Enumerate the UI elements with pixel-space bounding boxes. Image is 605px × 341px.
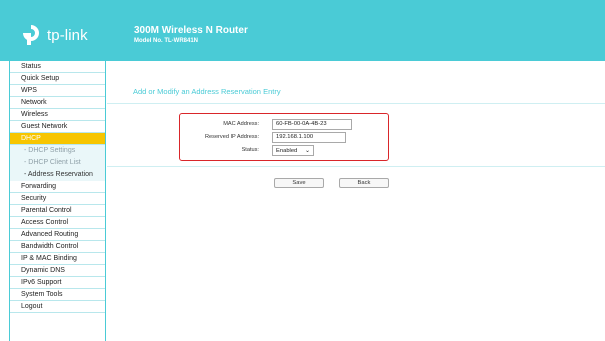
sidebar-item-security[interactable]: Security xyxy=(10,193,105,205)
status-label: Status: xyxy=(241,147,259,153)
save-button[interactable]: Save xyxy=(274,178,324,188)
logo-text: tp-link xyxy=(47,26,88,44)
sidebar-item-status[interactable]: Status xyxy=(10,61,105,73)
status-select-value: Enabled xyxy=(276,147,298,154)
sidebar-menu: Status Quick Setup WPS Network Wireless … xyxy=(9,61,106,341)
reserved-ip-label: Reserved IP Address: xyxy=(205,134,259,140)
sidebar-item-quick-setup[interactable]: Quick Setup xyxy=(10,73,105,85)
product-title: 300M Wireless N Router xyxy=(134,25,248,36)
reserved-ip-input[interactable]: 192.168.1.100 xyxy=(272,132,346,143)
divider-top xyxy=(107,103,605,104)
sidebar-item-system-tools[interactable]: System Tools xyxy=(10,289,105,301)
header-bar: tp-link 300M Wireless N Router Model No.… xyxy=(0,0,605,61)
page-title: Add or Modify an Address Reservation Ent… xyxy=(133,87,281,96)
sidebar-item-ip-mac-binding[interactable]: IP & MAC Binding xyxy=(10,253,105,265)
sidebar-item-forwarding[interactable]: Forwarding xyxy=(10,181,105,193)
sidebar-item-bandwidth-control[interactable]: Bandwidth Control xyxy=(10,241,105,253)
tp-link-logo-icon xyxy=(23,25,39,45)
main-content: Add or Modify an Address Reservation Ent… xyxy=(107,61,605,341)
sidebar-item-network[interactable]: Network xyxy=(10,97,105,109)
sidebar-item-wps[interactable]: WPS xyxy=(10,85,105,97)
sidebar-item-parental-control[interactable]: Parental Control xyxy=(10,205,105,217)
sidebar-subitem-dhcp-client-list[interactable]: - DHCP Client List xyxy=(10,157,105,169)
sidebar-item-ipv6-support[interactable]: IPv6 Support xyxy=(10,277,105,289)
sidebar-item-dynamic-dns[interactable]: Dynamic DNS xyxy=(10,265,105,277)
divider-bottom xyxy=(107,166,605,167)
back-button[interactable]: Back xyxy=(339,178,389,188)
sidebar-item-advanced-routing[interactable]: Advanced Routing xyxy=(10,229,105,241)
reserved-ip-row: Reserved IP Address: 192.168.1.100 xyxy=(107,132,605,144)
sidebar-item-wireless[interactable]: Wireless xyxy=(10,109,105,121)
mac-address-row: MAC Address: 60-FB-00-0A-4B-23 xyxy=(107,119,605,131)
product-model: Model No. TL-WR841N xyxy=(134,38,198,44)
status-select[interactable]: Enabled ⌄ xyxy=(272,145,314,156)
mac-address-label: MAC Address: xyxy=(223,121,259,127)
sidebar-item-guest-network[interactable]: Guest Network xyxy=(10,121,105,133)
mac-address-input[interactable]: 60-FB-00-0A-4B-23 xyxy=(272,119,352,130)
sidebar-item-access-control[interactable]: Access Control xyxy=(10,217,105,229)
sidebar-item-logout[interactable]: Logout xyxy=(10,301,105,313)
tp-link-logo: tp-link xyxy=(18,22,88,48)
chevron-down-icon: ⌄ xyxy=(304,148,310,154)
status-row: Status: Enabled ⌄ xyxy=(107,145,605,157)
sidebar-subitem-dhcp-settings[interactable]: - DHCP Settings xyxy=(10,145,105,157)
sidebar-item-dhcp[interactable]: DHCP xyxy=(10,133,105,145)
sidebar-subitem-address-reservation[interactable]: - Address Reservation xyxy=(10,169,105,181)
